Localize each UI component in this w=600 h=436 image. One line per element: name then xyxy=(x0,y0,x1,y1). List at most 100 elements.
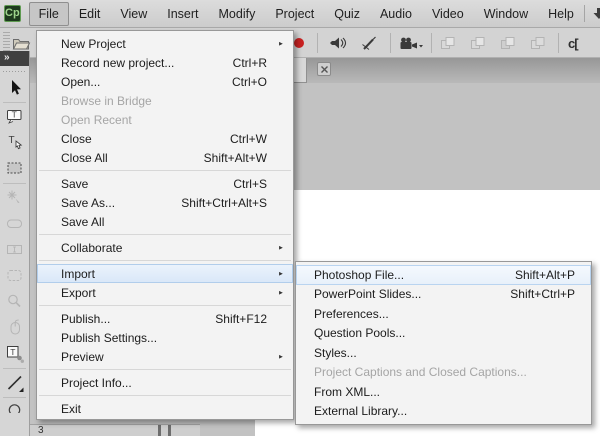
menu-window[interactable]: Window xyxy=(474,2,538,26)
menu-item-publish-settings[interactable]: Publish Settings... xyxy=(37,328,293,347)
tool-rollover-caption[interactable]: T xyxy=(0,130,29,156)
menu-item-browse-in-bridge[interactable]: Browse in Bridge xyxy=(37,91,293,110)
toolbar-separator xyxy=(317,33,318,53)
tool-ellipse-partial[interactable] xyxy=(0,399,29,413)
timeline-divider-bar[interactable] xyxy=(168,425,171,436)
ellipse-tool-icon xyxy=(5,399,25,413)
submenu-item-from-xml[interactable]: From XML... xyxy=(296,382,591,402)
tool-rollover-slidelet-disabled[interactable] xyxy=(0,263,29,289)
menu-item-close[interactable]: Close Ctrl+W xyxy=(37,129,293,148)
timeline-divider-bar[interactable] xyxy=(158,425,161,436)
menu-audio[interactable]: Audio xyxy=(370,2,422,26)
previous-slide-arrow-icon[interactable] xyxy=(592,7,600,20)
menu-item-save-all[interactable]: Save All xyxy=(37,212,293,231)
menu-view[interactable]: View xyxy=(110,2,157,26)
menu-insert[interactable]: Insert xyxy=(157,2,208,26)
submenu-item-photoshop-file[interactable]: Photoshop File... Shift+Alt+P xyxy=(296,265,591,285)
submenu-item-external-library[interactable]: External Library... xyxy=(296,402,591,422)
tab-close-button[interactable] xyxy=(317,62,331,76)
menu-item-open[interactable]: Open... Ctrl+O xyxy=(37,72,293,91)
paste-button-disabled[interactable] xyxy=(500,34,516,52)
submenu-item-styles[interactable]: Styles... xyxy=(296,343,591,363)
svg-text:T: T xyxy=(10,347,15,357)
menu-item-close-all[interactable]: Close All Shift+Alt+W xyxy=(37,148,293,167)
menu-edit[interactable]: Edit xyxy=(69,2,111,26)
timeline-slide-number: 3 xyxy=(38,425,44,436)
button-shape-icon xyxy=(5,214,25,234)
submenu-item-preferences[interactable]: Preferences... xyxy=(296,304,591,324)
toolbox-separator xyxy=(3,397,26,398)
captivate-logo: Cp xyxy=(4,5,21,22)
submenu-item-question-pools[interactable]: Question Pools... xyxy=(296,324,591,344)
menu-item-open-recent[interactable]: Open Recent xyxy=(37,110,293,129)
menu-item-collaborate[interactable]: Collaborate xyxy=(37,238,293,257)
tool-highlight-box[interactable] xyxy=(0,156,29,182)
magnifier-icon xyxy=(5,292,25,312)
closed-captions-button[interactable]: c[ xyxy=(568,34,578,52)
tool-text-caption[interactable]: T xyxy=(0,104,29,130)
toolbar-separator xyxy=(431,33,432,53)
menu-modify[interactable]: Modify xyxy=(209,2,266,26)
text-animation-icon: T xyxy=(5,344,25,364)
menu-bar: Cp File Edit View Insert Modify Project … xyxy=(0,0,600,28)
menu-item-new-project[interactable]: New Project xyxy=(37,34,293,53)
menu-item-import[interactable]: Import xyxy=(37,264,293,283)
close-icon xyxy=(320,65,329,74)
layered-squares-icon xyxy=(530,36,546,50)
toolbar-gripper[interactable] xyxy=(3,32,10,53)
menu-item-project-info[interactable]: Project Info... xyxy=(37,373,293,392)
toolbox-separator xyxy=(3,183,26,184)
copy-button-disabled[interactable] xyxy=(470,34,486,52)
menu-item-publish[interactable]: Publish... Shift+F12 xyxy=(37,309,293,328)
mouse-icon xyxy=(5,318,25,338)
object-toolbox: » T T xyxy=(0,51,30,436)
menu-quiz[interactable]: Quiz xyxy=(324,2,370,26)
slide-navigation: / 4 xyxy=(584,5,600,23)
menu-file[interactable]: File xyxy=(29,2,69,26)
menu-item-export[interactable]: Export xyxy=(37,283,293,302)
menu-project[interactable]: Project xyxy=(265,2,324,26)
layered-squares-icon xyxy=(470,36,486,50)
menu-item-save[interactable]: Save Ctrl+S xyxy=(37,174,293,193)
toolbar-separator xyxy=(558,33,559,53)
record-button[interactable] xyxy=(294,34,304,52)
highlight-box-icon xyxy=(5,159,25,179)
text-entry-box-icon xyxy=(5,240,25,260)
toolbox-header[interactable]: » xyxy=(0,51,29,66)
closed-caption-icon: c[ xyxy=(568,36,578,51)
captivate-window: True/Fals xyxy=(0,0,600,436)
submenu-item-project-captions[interactable]: Project Captions and Closed Captions... xyxy=(296,363,591,383)
draw-button[interactable] xyxy=(361,34,377,52)
record-video-button[interactable] xyxy=(399,34,423,52)
folder-icon xyxy=(12,36,31,51)
menubar-separator xyxy=(584,5,585,22)
menu-separator xyxy=(39,234,291,235)
tool-text-animation[interactable]: T xyxy=(0,341,29,367)
svg-text:T: T xyxy=(8,135,14,146)
open-project-button[interactable] xyxy=(12,34,31,52)
tool-click-box-disabled[interactable] xyxy=(0,185,29,211)
file-dropdown-menu: New Project Record new project... Ctrl+R… xyxy=(36,30,294,420)
tool-mouse-disabled[interactable] xyxy=(0,315,29,341)
menu-video[interactable]: Video xyxy=(422,2,474,26)
toolbar-separator xyxy=(390,33,391,53)
tool-zoom-area-disabled[interactable] xyxy=(0,289,29,315)
menu-item-exit[interactable]: Exit xyxy=(37,399,293,418)
duplicate-button-disabled[interactable] xyxy=(440,34,456,52)
rollover-caption-icon: T xyxy=(5,133,25,153)
tool-selection[interactable] xyxy=(0,75,29,101)
menu-item-record-new-project[interactable]: Record new project... Ctrl+R xyxy=(37,53,293,72)
menu-separator xyxy=(39,305,291,306)
menu-item-save-as[interactable]: Save As... Shift+Ctrl+Alt+S xyxy=(37,193,293,212)
audio-button[interactable] xyxy=(329,34,347,52)
tool-text-entry-box-disabled[interactable] xyxy=(0,237,29,263)
tool-line[interactable] xyxy=(0,370,29,396)
menu-help[interactable]: Help xyxy=(538,2,584,26)
menu-separator xyxy=(39,170,291,171)
tool-button-disabled[interactable] xyxy=(0,211,29,237)
menu-item-preview[interactable]: Preview xyxy=(37,347,293,366)
menu-separator xyxy=(39,260,291,261)
submenu-item-powerpoint-slides[interactable]: PowerPoint Slides... Shift+Ctrl+P xyxy=(296,285,591,305)
duplicate-slide-button-disabled[interactable] xyxy=(530,34,546,52)
movie-camera-icon xyxy=(399,37,423,50)
